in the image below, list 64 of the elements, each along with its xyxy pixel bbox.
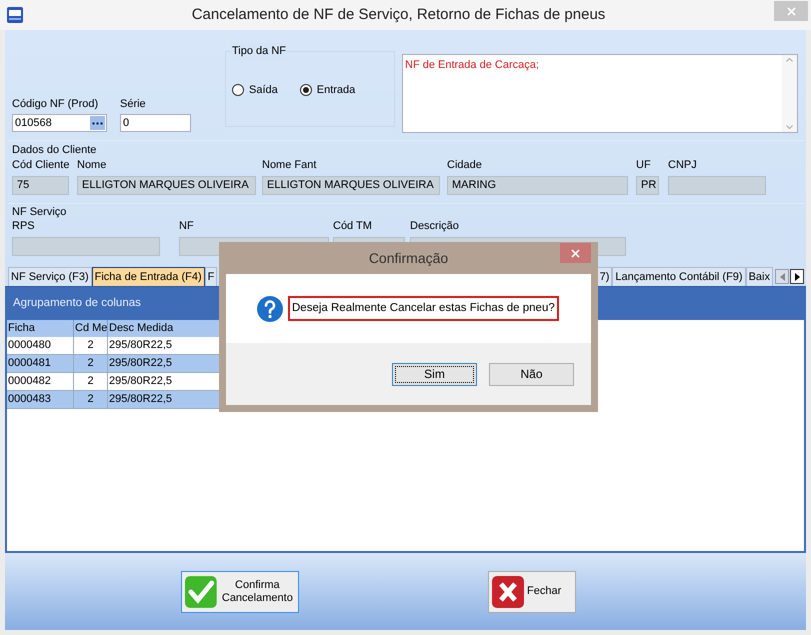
section-title: NF Serviço [12, 206, 68, 219]
notes-text-area[interactable]: NF de Entrada de Carcaça; [402, 54, 798, 133]
field-label: Cidade [447, 158, 483, 173]
left-arrow-icon [780, 272, 784, 280]
field-value: 010568 [14, 116, 53, 131]
table-cell: 2 [74, 337, 108, 354]
table-cell: 0000482 [7, 373, 74, 390]
tab[interactable]: Ficha de Entrada (F4) [92, 267, 205, 286]
dialog-close-button[interactable] [560, 243, 591, 263]
scrollbar[interactable] [782, 55, 797, 132]
scroll-down-icon [786, 125, 793, 129]
tab[interactable]: F [204, 267, 218, 286]
close-window-button[interactable]: Fechar [488, 570, 576, 612]
radio-option[interactable]: Saída [232, 82, 278, 98]
group-legend: Tipo da NF [231, 43, 288, 60]
right-arrow-icon [794, 272, 800, 280]
checkmark-icon [185, 576, 217, 608]
code-input-field[interactable]: 010568 [12, 114, 107, 132]
read-only-field[interactable]: PR [636, 176, 659, 195]
field-label: Nome [77, 158, 108, 173]
read-only-field[interactable]: 75 [12, 176, 69, 195]
close-icon [786, 6, 796, 16]
table-cell: 2 [74, 373, 108, 390]
field-label: Série [120, 97, 147, 112]
tab-scroll-right-button[interactable] [790, 269, 804, 284]
table-cell: 2 [74, 355, 108, 372]
field-label: Código NF (Prod) [12, 97, 100, 112]
question-icon [256, 294, 284, 322]
table-cell: 0000480 [7, 337, 74, 354]
field-label: Cód TM [333, 219, 373, 234]
radio-option[interactable]: Entrada [300, 82, 356, 98]
tab[interactable]: NF Serviço (F3) [8, 267, 92, 286]
lookup-button[interactable] [90, 116, 105, 130]
field-label: NF [179, 219, 195, 234]
field-label: RPS [12, 219, 36, 234]
tab[interactable]: Lançamento Contábil (F9) [612, 267, 746, 286]
x-icon [492, 576, 524, 608]
read-only-field[interactable]: ELLIGTON MARQUES OLIVEIRA [262, 176, 440, 195]
dialog-button[interactable]: Sim [392, 362, 477, 386]
table-cell: 0000481 [7, 355, 74, 372]
serie-input-field[interactable]: 0 [120, 114, 191, 132]
confirm-button[interactable]: Confirma Cancelamento [181, 570, 299, 612]
table-cell: 0000483 [7, 391, 74, 408]
field-label: Nome Fant [262, 158, 318, 173]
close-button[interactable] [774, 1, 808, 21]
field-label: UF [636, 158, 652, 173]
tab[interactable]: Baix [746, 267, 773, 286]
window-title: Cancelamento de NF de Serviço, Retorno de Fichas de pneus [190, 4, 606, 25]
dialog-message: Deseja Realmente Cancelar estas Fichas de pneu? [288, 296, 559, 322]
dialog-button[interactable]: Não [489, 362, 574, 386]
scroll-up-icon [786, 58, 793, 62]
section-title: Dados do Cliente [12, 144, 98, 157]
field-label: CNPJ [668, 158, 698, 173]
field-label: Cód Cliente [12, 158, 69, 173]
read-only-field[interactable] [668, 176, 766, 195]
app-logo-icon [7, 7, 23, 23]
read-only-field[interactable]: ELLIGTON MARQUES OLIVEIRA [77, 176, 256, 195]
close-icon [571, 248, 580, 258]
read-only-field[interactable]: MARING [447, 176, 628, 195]
read-only-field[interactable] [12, 237, 160, 256]
field-label: Descrição [410, 219, 460, 234]
ellipsis-icon [92, 122, 103, 124]
table-cell: 2 [74, 391, 108, 408]
dialog-title: Confirmação [368, 248, 450, 268]
